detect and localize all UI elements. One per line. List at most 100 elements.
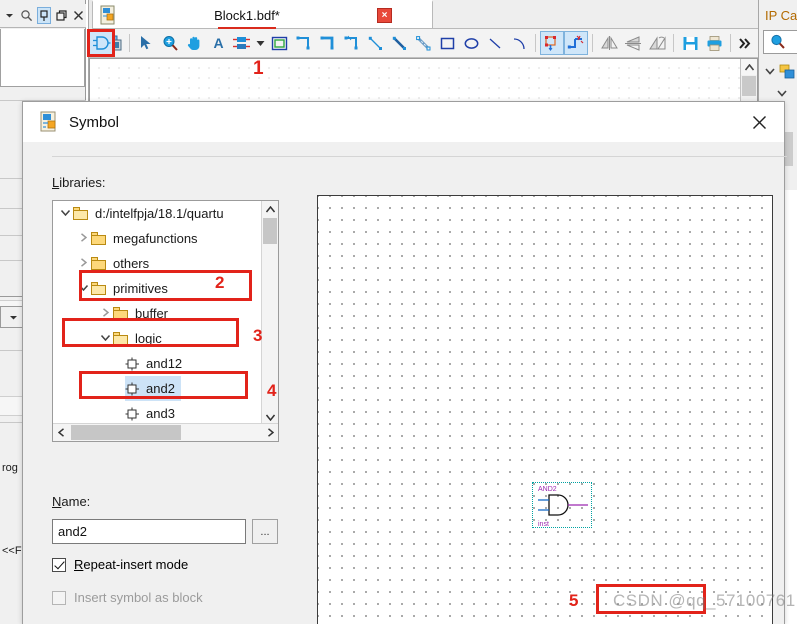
annotation-marker-3: 3 <box>253 326 263 345</box>
tree-item-primitives[interactable]: primitives <box>75 276 168 301</box>
name-label: Name: <box>52 494 91 509</box>
tree-item-label: primitives <box>113 281 168 296</box>
printer-icon[interactable] <box>702 31 726 55</box>
flip-vertical-icon[interactable] <box>621 31 645 55</box>
block-editor-window: Block1.bdf* × A <box>87 0 758 111</box>
chevron-down-icon[interactable] <box>777 88 787 100</box>
symbol-name-input[interactable] <box>52 519 246 544</box>
symbol-preview-pane[interactable]: AND2 inst <box>317 195 773 624</box>
close-icon[interactable] <box>72 7 86 24</box>
libraries-tree[interactable]: d:/intelfpja/18.1/quartu megafunctions o… <box>52 200 279 442</box>
green-square-icon[interactable] <box>267 31 291 55</box>
tree-item-label: and2 <box>146 381 175 396</box>
ortho-line-2-icon[interactable] <box>315 31 339 55</box>
chevron-down-icon[interactable] <box>254 31 267 55</box>
tabbar-empty-area <box>433 0 758 29</box>
chevron-up-icon[interactable] <box>262 201 278 217</box>
block-editor-toolbar: A <box>87 29 758 58</box>
symbol-dialog-icon <box>39 111 59 133</box>
libraries-label: Libraries: <box>52 175 106 190</box>
toolbar-grip[interactable] <box>92 33 99 53</box>
chevron-down-icon[interactable] <box>75 283 91 294</box>
progress-panel-label: rog <box>2 462 18 474</box>
diag-line-thick-icon[interactable] <box>387 31 411 55</box>
folder-open-icon <box>73 207 89 220</box>
insert-symbol-as-block-checkbox: Insert symbol as block <box>52 590 203 605</box>
annotation-marker-1: 1 <box>253 58 264 79</box>
save-floppy-icon[interactable] <box>678 31 702 55</box>
ortho-line-1-icon[interactable] <box>291 31 315 55</box>
tree-item-buffer[interactable]: buffer <box>97 301 168 326</box>
logic-symbol-icon <box>125 407 140 421</box>
tree-item-others[interactable]: others <box>75 251 149 276</box>
chevron-down-icon[interactable] <box>2 7 16 24</box>
ip-catalog-panel: IP Ca <box>758 0 797 110</box>
symbol-dialog: Symbol Libraries: d:/intelfpja/18.1/quar… <box>22 101 787 624</box>
ortho-line-3-icon[interactable] <box>339 31 363 55</box>
chevron-right-icon[interactable] <box>75 232 91 245</box>
hand-icon[interactable] <box>182 31 206 55</box>
editor-tab-title: Block1.bdf* <box>214 7 280 23</box>
new-block-symbol-button[interactable] <box>101 31 125 55</box>
cursor-arrow-icon[interactable] <box>134 31 158 55</box>
tree-horizontal-scrollbar[interactable] <box>53 423 278 441</box>
annotation-marker-2: 2 <box>215 273 225 292</box>
canvas-scroll-thumb[interactable] <box>742 76 756 96</box>
close-icon[interactable] <box>748 111 770 133</box>
partial-select-icon[interactable] <box>564 31 588 55</box>
block-pins-icon[interactable] <box>230 31 254 55</box>
search-icon[interactable] <box>19 7 33 24</box>
rotate-left-icon[interactable] <box>645 31 669 55</box>
arc-icon[interactable] <box>507 31 531 55</box>
tree-item-label: and3 <box>146 406 175 421</box>
ip-catalog-title: IP Ca <box>765 8 797 23</box>
text-a-icon[interactable]: A <box>206 31 230 55</box>
browse-button[interactable]: ... <box>252 519 278 544</box>
screenshot-root: rog <<F Block1.bdf* × A 1 IP Ca Symbol L… <box>0 0 797 624</box>
chevron-up-icon[interactable] <box>741 59 757 75</box>
ip-catalog-search-box[interactable] <box>763 30 797 54</box>
magnifier-plus-icon[interactable] <box>158 31 182 55</box>
ellipse-icon[interactable] <box>459 31 483 55</box>
and2-symbol-preview: AND2 inst <box>532 482 592 530</box>
tree-hscroll-thumb[interactable] <box>71 425 181 440</box>
tree-item-and2[interactable]: and2 <box>125 376 181 401</box>
line-icon[interactable] <box>483 31 507 55</box>
diag-line-thin-icon[interactable] <box>363 31 387 55</box>
tree-scroll-thumb[interactable] <box>263 218 277 244</box>
chevron-right-icon[interactable] <box>97 307 113 320</box>
editor-tab-block1[interactable]: Block1.bdf* × <box>92 0 433 30</box>
checkbox-box[interactable] <box>52 557 66 572</box>
diag-line-hatched-icon[interactable] <box>411 31 435 55</box>
rubberband-icon[interactable] <box>540 31 564 55</box>
ip-catalog-tree-row[interactable] <box>761 60 797 84</box>
chevron-down-icon[interactable] <box>57 208 73 219</box>
tree-item-megafunctions[interactable]: megafunctions <box>75 226 198 251</box>
folder-open-icon <box>113 332 129 345</box>
chevron-down-icon[interactable] <box>97 333 113 344</box>
restore-icon[interactable] <box>54 7 68 24</box>
flip-horizontal-icon[interactable] <box>597 31 621 55</box>
tree-item-label: others <box>113 256 150 271</box>
tree-item-logic[interactable]: logic <box>97 326 162 351</box>
libraries-tree-rows: d:/intelfpja/18.1/quartu megafunctions o… <box>53 201 262 424</box>
symbol-instance-text: inst <box>538 521 549 528</box>
annotation-marker-4: 4 <box>267 381 277 400</box>
close-icon[interactable]: × <box>377 7 392 23</box>
tree-item-root[interactable]: d:/intelfpja/18.1/quartu <box>57 201 224 226</box>
chevron-left-icon[interactable] <box>53 424 69 441</box>
symbol-dialog-body: Libraries: d:/intelfpja/18.1/quartu mega… <box>23 142 787 624</box>
tree-item-and12[interactable]: and12 <box>125 351 182 376</box>
chevron-down-icon[interactable] <box>765 66 775 78</box>
editor-tabbar: Block1.bdf* × <box>89 0 758 30</box>
tree-item-label: logic <box>135 331 162 346</box>
folder-icon <box>91 232 107 245</box>
tree-item-and3[interactable]: and3 <box>125 401 175 424</box>
repeat-insert-mode-checkbox[interactable]: Repeat-insert mode <box>52 557 188 572</box>
chevron-double-right-icon[interactable] <box>735 31 755 55</box>
chevron-right-icon[interactable] <box>75 257 91 270</box>
pin-icon[interactable] <box>36 7 52 24</box>
rectangle-icon[interactable] <box>435 31 459 55</box>
chevron-right-icon[interactable] <box>262 424 278 441</box>
folder-open-icon <box>91 282 107 295</box>
